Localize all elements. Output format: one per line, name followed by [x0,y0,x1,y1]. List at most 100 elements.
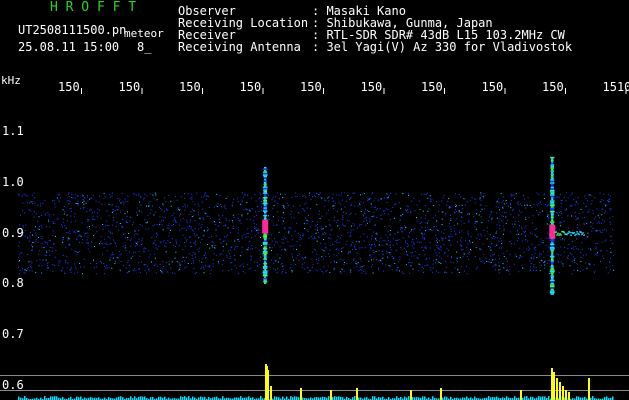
reference-line [0,390,629,391]
noise-dot [543,194,545,196]
noise-dot [200,268,202,270]
noise-dot [203,254,205,256]
noise-dot [379,259,381,261]
noise-dot [424,247,426,248]
noise-dot [576,263,578,265]
noise-dot [403,247,405,249]
noise-dot [528,249,530,251]
noise-dot [499,269,501,271]
noise-dot [353,205,355,207]
noise-dot [608,199,610,200]
noise-dot [143,250,145,252]
echo-streak [549,210,555,213]
noise-dot [302,235,304,236]
noise-dot [125,250,127,251]
noise-dot [254,261,256,263]
noise-dot [267,218,269,220]
noise-dot [481,222,483,224]
noise-dot [450,244,452,246]
noise-dot [73,215,75,217]
noise-dot [93,259,94,261]
noise-dot [156,248,158,250]
noise-dot [52,200,54,202]
noise-dot [363,265,365,267]
echo-streak [262,168,268,170]
noise-dot [24,230,26,231]
noise-dot [513,194,515,196]
echo-streak [262,174,268,176]
noise-dot [22,202,24,204]
noise-dot [554,241,556,243]
noise-dot [220,222,222,224]
noise-dot [571,215,573,217]
noise-dot [233,216,235,218]
noise-dot [153,214,155,216]
baseline-bar [524,396,526,400]
noise-dot [531,254,533,256]
noise-dot [112,192,113,194]
noise-dot [89,251,91,253]
noise-dot [355,263,357,265]
echo-streak [551,158,554,160]
noise-dot [343,264,345,265]
noise-dot [87,242,89,244]
noise-dot [107,236,109,238]
noise-dot [318,194,320,196]
noise-dot [325,256,327,258]
noise-dot [92,218,94,220]
noise-dot [540,203,542,205]
baseline-bar [396,396,398,400]
noise-dot [159,216,161,218]
echo-streak [263,214,268,217]
noise-dot [437,241,438,243]
noise-dot [291,216,292,218]
noise-dot [31,262,33,264]
noise-dot [201,261,203,263]
noise-dot [463,223,465,224]
noise-dot [418,242,420,244]
noise-dot [108,193,110,195]
noise-dot [194,273,196,274]
noise-dot [612,269,614,271]
noise-dot [486,238,488,240]
noise-dot [192,262,194,264]
noise-dot [410,252,412,254]
noise-dot [196,192,198,194]
noise-dot [144,193,146,195]
noise-dot [506,268,508,270]
noise-dot [560,261,562,263]
noise-dot [560,206,562,208]
noise-dot [318,257,320,259]
noise-dot [364,213,366,215]
noise-dot [250,255,252,257]
noise-dot [549,265,551,267]
noise-dot [291,253,293,255]
noise-dot [364,218,366,220]
baseline-bar [374,396,376,400]
noise-dot [461,245,462,247]
noise-dot [247,228,249,230]
noise-dot [138,268,140,270]
noise-dot [416,204,418,206]
noise-dot [179,215,180,217]
noise-dot [40,205,42,207]
noise-dot [480,192,482,194]
noise-dot [106,220,108,222]
noise-dot [421,221,423,223]
noise-dot [126,215,128,217]
noise-dot [46,250,48,252]
noise-dot [523,268,525,269]
baseline-bar [286,396,288,400]
noise-dot [201,201,203,203]
noise-dot [309,192,311,194]
noise-dot [608,260,610,262]
noise-dot [508,205,509,207]
noise-dot [162,241,164,243]
noise-dot [215,204,217,206]
noise-dot [498,221,500,223]
noise-dot [592,228,594,229]
noise-dot [121,192,123,194]
noise-dot [422,234,424,236]
noise-dot [594,270,596,272]
noise-dot [250,259,252,261]
